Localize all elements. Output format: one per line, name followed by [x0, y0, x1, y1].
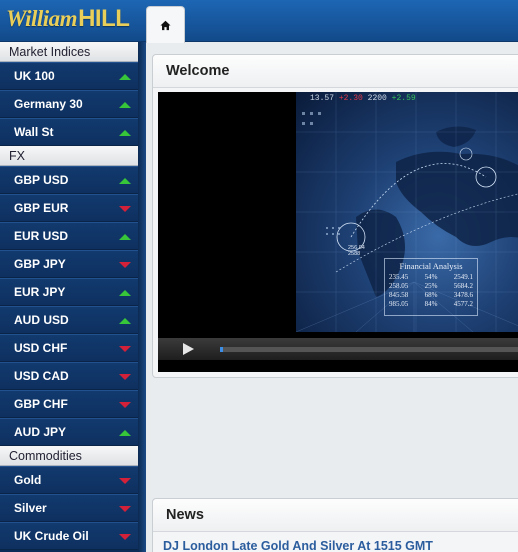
sidebar-market-item[interactable]: USD CAD	[0, 362, 138, 390]
logo-text-part2: HILL	[78, 5, 130, 32]
financial-analysis-cell: 84%	[424, 300, 438, 308]
news-title: News	[153, 499, 518, 532]
trend-down-icon	[119, 374, 131, 380]
sidebar-section-header: Market Indices	[0, 42, 138, 62]
chart-label-line: 2588	[348, 251, 361, 257]
sidebar-market-item[interactable]: USD CHF	[0, 334, 138, 362]
financial-analysis-cell: 54%	[424, 273, 438, 281]
financial-analysis-title: Financial Analysis	[399, 261, 463, 271]
tab-home[interactable]	[146, 6, 185, 43]
sidebar-market-item[interactable]: Gold	[0, 466, 138, 494]
sidebar-market-item[interactable]: UK Crude Oil	[0, 522, 138, 550]
trend-up-icon	[119, 74, 131, 80]
sidebar-market-item[interactable]: EUR JPY	[0, 278, 138, 306]
home-icon	[160, 20, 171, 30]
market-label: Germany 30	[14, 97, 83, 111]
trend-up-icon	[119, 234, 131, 240]
top-bar: William HILL	[0, 0, 518, 43]
sidebar-market-item[interactable]: GBP JPY	[0, 250, 138, 278]
trend-up-icon	[119, 430, 131, 436]
chart-label: 256.04 2588	[348, 245, 365, 257]
market-label: EUR USD	[14, 229, 69, 243]
market-label: USD CAD	[14, 369, 69, 383]
sidebar-section-header: Commodities	[0, 446, 138, 466]
sidebar-divider	[138, 42, 146, 552]
financial-analysis-cell: 4577.2	[453, 300, 473, 308]
trend-up-icon	[119, 318, 131, 324]
market-label: EUR JPY	[14, 285, 66, 299]
news-panel: News DJ London Late Gold And Silver At 1…	[152, 498, 518, 552]
trend-up-icon	[119, 102, 131, 108]
video-controls	[158, 338, 518, 360]
sidebar-market-item[interactable]: Silver	[0, 494, 138, 522]
play-icon[interactable]	[183, 343, 194, 355]
financial-analysis-row: 258.05 25% 5684.2	[389, 282, 473, 291]
trend-down-icon	[119, 402, 131, 408]
trend-up-icon	[119, 130, 131, 136]
market-label: Gold	[14, 473, 42, 487]
sidebar-market-item[interactable]: AUD USD	[0, 306, 138, 334]
sidebar-market-item[interactable]: GBP USD	[0, 166, 138, 194]
financial-analysis-cell: 985.05	[389, 300, 409, 308]
welcome-title: Welcome	[153, 55, 518, 88]
trend-down-icon	[119, 534, 131, 540]
ticker-value: 13.57	[310, 94, 335, 103]
trend-down-icon	[119, 346, 131, 352]
sidebar-market-item[interactable]: Wall St	[0, 118, 138, 146]
video-progress-bar[interactable]	[220, 347, 518, 352]
market-label: AUD USD	[14, 313, 69, 327]
sidebar-market-item[interactable]: EUR USD	[0, 222, 138, 250]
financial-analysis-box: Financial Analysis 235.45 54% 2549.1 258.05…	[384, 258, 478, 316]
ticker-value: 2200	[367, 94, 387, 103]
market-label: AUD JPY	[14, 425, 67, 439]
market-label: USD CHF	[14, 341, 68, 355]
financial-analysis-cell: 68%	[424, 291, 438, 299]
financial-analysis-row: 235.45 54% 2549.1	[389, 273, 473, 282]
market-label: Silver	[14, 501, 47, 515]
video-progress-fill	[220, 347, 224, 352]
financial-analysis-cell: 235.45	[389, 273, 409, 281]
william-hill-logo[interactable]: William HILL	[6, 5, 130, 33]
sidebar-market-item[interactable]: AUD JPY	[0, 418, 138, 446]
financial-analysis-cell: 25%	[424, 282, 438, 290]
trend-up-icon	[119, 290, 131, 296]
trend-down-icon	[119, 206, 131, 212]
sidebar-market-item[interactable]: UK 100	[0, 62, 138, 90]
news-headline-link[interactable]: DJ London Late Gold And Silver At 1515 G…	[163, 539, 433, 552]
market-label: Wall St	[14, 125, 54, 139]
market-label: GBP JPY	[14, 257, 66, 271]
financial-analysis-cell: 2549.1	[453, 273, 473, 281]
ticker-value: +2.30	[338, 94, 363, 103]
video-player[interactable]: 13.57 +2.30 2200 +2.59 256.04 2588 Finan…	[158, 92, 518, 372]
financial-analysis-row: 985.05 84% 4577.2	[389, 300, 473, 309]
welcome-panel: Welcome 13.57 +2.30 2200 +2.59 256.04 25…	[152, 54, 518, 378]
market-ticker: 13.57 +2.30 2200 +2.59	[310, 94, 416, 103]
trend-down-icon	[119, 262, 131, 268]
video-frame: 13.57 +2.30 2200 +2.59 256.04 2588 Finan…	[296, 92, 518, 332]
market-label: UK Crude Oil	[14, 529, 89, 543]
market-label: UK 100	[14, 69, 55, 83]
financial-analysis-cell: 258.05	[389, 282, 409, 290]
financial-analysis-cell: 3478.6	[453, 291, 473, 299]
trend-down-icon	[119, 478, 131, 484]
market-label: GBP CHF	[14, 397, 68, 411]
financial-analysis-row: 845.58 68% 3478.6	[389, 291, 473, 300]
market-sidebar: Market Indices UK 100 Germany 30 Wall St FX G…	[0, 42, 138, 552]
trend-up-icon	[119, 178, 131, 184]
financial-analysis-cell: 845.58	[389, 291, 409, 299]
sidebar-section-header: FX	[0, 146, 138, 166]
sidebar-market-item[interactable]: GBP EUR	[0, 194, 138, 222]
trend-down-icon	[119, 506, 131, 512]
ticker-value: +2.59	[391, 94, 416, 103]
market-label: GBP EUR	[14, 201, 69, 215]
logo-text-part1: William	[6, 6, 78, 31]
financial-analysis-cell: 5684.2	[453, 282, 473, 290]
sidebar-market-item[interactable]: Germany 30	[0, 90, 138, 118]
sidebar-market-item[interactable]: GBP CHF	[0, 390, 138, 418]
market-label: GBP USD	[14, 173, 69, 187]
